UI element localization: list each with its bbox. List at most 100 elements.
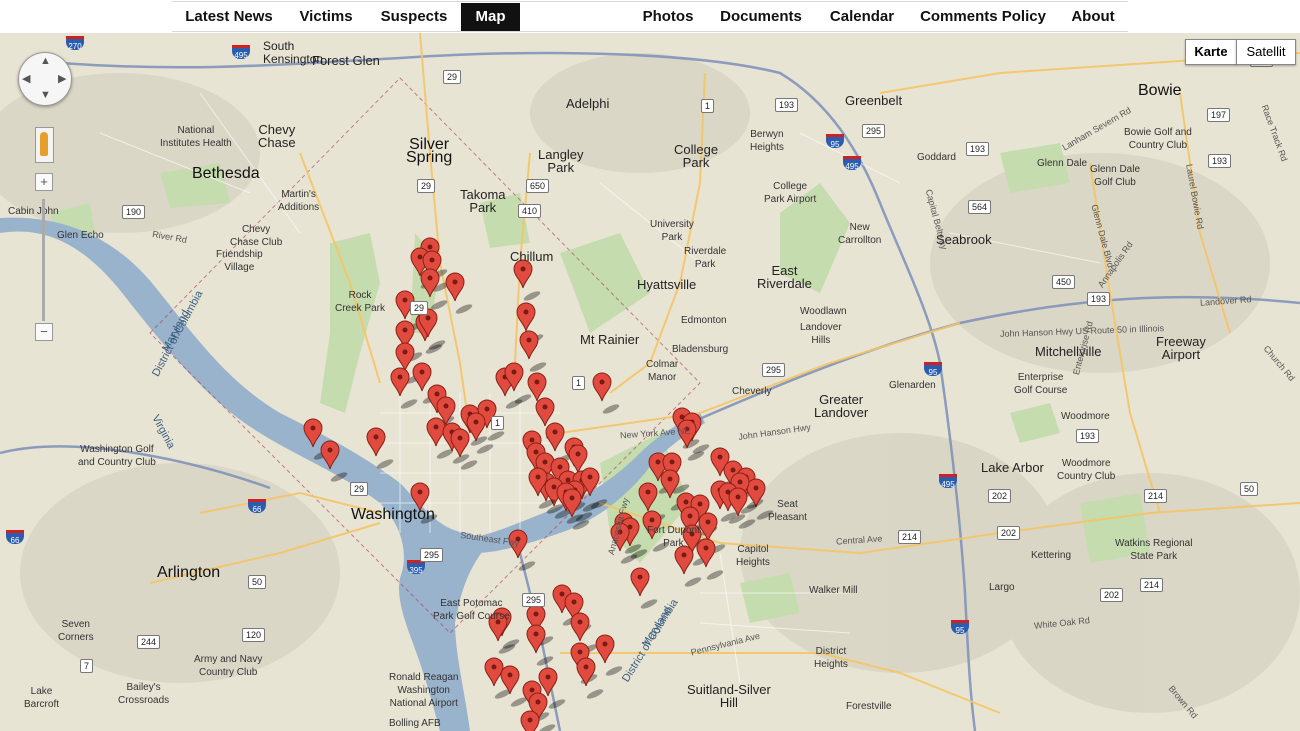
map-marker-pin[interactable]	[674, 545, 694, 575]
nav-documents[interactable]: Documents	[713, 3, 809, 31]
route-193-shield-b: 193	[966, 142, 990, 156]
label-washington-golf: Washington Golf and Country Club	[78, 444, 156, 468]
label-rock-creek-park: Rock Creek Park	[335, 290, 386, 314]
label-capitol-heights: Capitol Heights	[736, 544, 770, 568]
map-marker-shadow	[514, 394, 532, 404]
map-marker-pin[interactable]	[412, 362, 432, 392]
route-120-shield: 120	[242, 628, 266, 642]
map-marker-dot	[735, 494, 741, 500]
map-marker-dot	[575, 451, 581, 457]
map-marker-dot	[425, 315, 431, 321]
label-lake-arbor: Lake Arbor	[981, 460, 1044, 475]
label-glenn-dale-golf: Glenn Dale Golf Club	[1090, 164, 1141, 188]
label-woodlawn: Woodlawn	[800, 306, 847, 317]
map-marker-dot	[443, 403, 449, 409]
nav-latest-news[interactable]: Latest News	[174, 3, 284, 31]
map-marker-pin[interactable]	[390, 367, 410, 397]
map-marker-pin[interactable]	[519, 330, 539, 360]
map-marker-shadow	[529, 362, 547, 372]
label-walker-mill: Walker Mill	[809, 585, 858, 596]
label-enterprise-golf: Enterprise Golf Course	[1014, 372, 1068, 396]
map-marker-pin[interactable]	[538, 667, 558, 697]
map-marker-pin[interactable]	[592, 372, 612, 402]
map-marker-dot	[491, 664, 497, 670]
map-marker-pin[interactable]	[445, 272, 465, 302]
map-type-karte-button[interactable]: Karte	[1185, 39, 1237, 65]
map-marker-dot	[683, 499, 689, 505]
nav-map[interactable]: Map	[461, 3, 520, 31]
pan-up-arrow-icon[interactable]: ▲	[40, 55, 51, 67]
zoom-slider-track[interactable]	[42, 199, 45, 321]
map-marker-pin[interactable]	[595, 634, 615, 664]
map-marker-dot	[520, 266, 526, 272]
label-college-park-airport: College Park Airport	[764, 181, 817, 205]
label-mt-rainier: Mt Rainier	[580, 332, 640, 347]
pan-control[interactable]: ▲ ▼ ◀ ▶	[18, 52, 72, 106]
nav-victims[interactable]: Victims	[290, 3, 362, 31]
map-marker-dot	[587, 474, 593, 480]
map-marker-pin[interactable]	[513, 259, 533, 289]
map-marker-pin[interactable]	[576, 657, 596, 687]
interstate-66-shield: 66	[248, 499, 266, 514]
nav-comments-policy[interactable]: Comments Policy	[914, 3, 1052, 31]
map-marker-dot	[327, 447, 333, 453]
map-marker-dot	[417, 489, 423, 495]
zoom-in-button[interactable]: +	[35, 173, 53, 191]
label-arlington: Arlington	[157, 564, 221, 581]
label-landover-hills: Landover Hills	[800, 322, 842, 346]
map-marker-pin[interactable]	[500, 665, 520, 695]
map-marker-pin[interactable]	[535, 397, 555, 427]
street-view-pegman-icon[interactable]	[35, 127, 54, 163]
route-244-shield: 244	[137, 635, 161, 649]
label-langley-park: Langley Park	[538, 147, 584, 175]
zoom-out-button[interactable]: −	[35, 323, 53, 341]
route-650-shield: 650	[526, 179, 550, 193]
label-east-potomac-park: East Potomac Park Golf Course	[433, 598, 510, 622]
map-marker-dot	[602, 641, 608, 647]
map-marker-pin[interactable]	[630, 567, 650, 597]
map-marker-dot	[697, 501, 703, 507]
map-marker-pin[interactable]	[568, 444, 588, 474]
map-marker-pin[interactable]	[516, 302, 536, 332]
map-marker-pin[interactable]	[484, 657, 504, 687]
nav-suspects[interactable]: Suspects	[372, 3, 456, 31]
route-202-shield-c: 202	[997, 526, 1021, 540]
map-marker-dot	[534, 379, 540, 385]
map-marker-dot	[417, 254, 423, 260]
nav-calendar[interactable]: Calendar	[822, 3, 902, 31]
map-marker-dot	[599, 379, 605, 385]
map-marker-dot	[717, 454, 723, 460]
map-marker-pin[interactable]	[395, 342, 415, 372]
label-fort-dupont-park: Fort Dupont Park	[647, 525, 700, 549]
pan-right-arrow-icon[interactable]: ▶	[58, 72, 66, 85]
map-marker-pin[interactable]	[545, 422, 565, 452]
label-goddard: Goddard	[917, 152, 956, 163]
nav-photos[interactable]: Photos	[636, 3, 700, 31]
route-214-shield: 214	[1144, 489, 1168, 503]
map-marker-pin[interactable]	[570, 612, 590, 642]
map-marker-pin[interactable]	[366, 427, 386, 457]
map-marker-dot	[397, 374, 403, 380]
route-450-shield: 450	[1052, 275, 1076, 289]
interstate-495-shield-b: 495	[843, 156, 861, 171]
route-295-shield-d: 295	[420, 548, 444, 562]
label-mitchellville: Mitchellville	[1035, 344, 1102, 359]
pan-down-arrow-icon[interactable]: ▼	[40, 89, 51, 101]
nav-about[interactable]: About	[1064, 3, 1122, 31]
map-marker-dot	[511, 369, 517, 375]
route-202-shield-b: 202	[1100, 588, 1124, 602]
route-50-shield: 50	[1240, 482, 1259, 496]
label-woodmore-country: Woodmore Country Club	[1057, 458, 1116, 482]
map-canvas[interactable]: South Kensington Forest Glen Adelphi Gre…	[0, 33, 1300, 731]
map-marker-pin[interactable]	[450, 428, 470, 458]
map-marker-dot	[667, 476, 673, 482]
map-marker-dot	[507, 672, 513, 678]
map-marker-dot	[529, 437, 535, 443]
route-50-shield-b: 50	[248, 575, 267, 589]
pegman-figure	[40, 132, 48, 156]
map-type-satellite-button[interactable]: Satellit	[1236, 39, 1296, 65]
route-193-shield: 193	[775, 98, 799, 112]
route-197-shield: 197	[1207, 108, 1231, 122]
route-295-shield: 295	[862, 124, 886, 138]
pan-left-arrow-icon[interactable]: ◀	[22, 72, 30, 85]
